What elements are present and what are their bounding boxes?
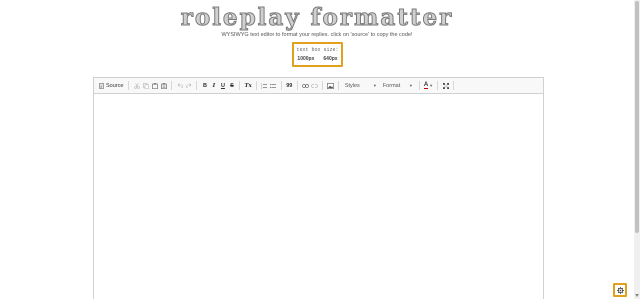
toolbar-separator [255,81,257,90]
paste-button[interactable] [150,80,159,91]
unlink-button[interactable] [310,80,319,91]
redo-icon [186,83,192,88]
styles-dropdown[interactable]: Styles ▼ [342,81,380,91]
format-dropdown-label: Format [382,82,401,89]
paste-text-button[interactable] [159,80,168,91]
copy-icon [143,82,149,89]
toolbar-separator [437,81,439,90]
editor-content-area[interactable] [94,94,543,299]
text-box-size-panel: text box size: 1000px 640px [292,42,343,67]
page: roleplay formatter WYSIWYG text editor t… [0,0,640,299]
maximize-button[interactable] [441,80,450,91]
gear-icon [616,286,624,294]
bold-button[interactable]: B [200,80,209,91]
page-scrollbar[interactable] [634,0,640,299]
editor-toolbar: Source B I U S Tx 1 2 99 Styles ▼ Format… [94,78,543,94]
source-button-label: Source [106,82,124,89]
source-doc-icon [99,82,104,89]
cut-button[interactable] [132,80,141,91]
page-title: roleplay formatter [180,4,454,32]
italic-button[interactable]: I [209,80,218,91]
paste-text-icon [161,82,167,89]
bulleted-list-button[interactable] [269,80,278,91]
size-option-640px[interactable]: 640px [323,56,337,62]
copy-button[interactable] [141,80,150,91]
underline-button[interactable]: U [218,80,227,91]
image-icon [326,82,334,89]
scroll-down-arrow-icon[interactable] [635,294,639,297]
styles-dropdown-label: Styles [344,82,360,89]
cut-icon [134,82,140,89]
numbered-list-button[interactable]: 12 [260,80,269,91]
strikethrough-button[interactable]: S [227,80,236,91]
chevron-down-icon: ▼ [429,83,434,88]
numbered-list-icon: 12 [261,83,268,89]
undo-icon [177,83,183,88]
toolbar-separator [296,81,298,90]
maximize-icon [442,82,449,89]
chevron-down-icon: ▼ [408,83,413,88]
source-button[interactable]: Source [97,80,125,91]
text-color-button[interactable]: A ▼ [423,80,434,91]
rich-text-editor: Source B I U S Tx 1 2 99 Styles ▼ Format… [93,77,544,299]
svg-text:2: 2 [261,86,263,89]
blockquote-button[interactable]: 99 [285,80,294,91]
link-button[interactable] [301,80,310,91]
text-box-size-label: text box size: [296,47,339,53]
toolbar-separator [128,81,130,90]
toolbar-separator [418,81,420,90]
settings-button[interactable] [613,283,627,297]
image-button[interactable] [326,80,335,91]
scrollbar-thumb[interactable] [635,1,639,233]
toolbar-separator [171,81,173,90]
toolbar-separator [321,81,323,90]
text-color-icon: A [423,82,429,89]
chevron-down-icon: ▼ [372,83,377,88]
toolbar-separator [280,81,282,90]
toolbar-separator [239,81,241,90]
bulleted-list-icon [270,83,277,88]
size-option-1000px[interactable]: 1000px [297,56,314,62]
page-subtitle: WYSIWYG text editor to format your repli… [221,32,413,38]
redo-button[interactable] [184,80,193,91]
undo-button[interactable] [175,80,184,91]
toolbar-separator [196,81,198,90]
remove-format-button[interactable]: Tx [243,80,252,91]
toolbar-separator [337,81,339,90]
toolbar-separator [453,81,455,90]
link-icon [301,83,309,88]
paste-icon [152,82,158,89]
unlink-icon [310,83,318,88]
format-dropdown[interactable]: Format ▼ [380,81,416,91]
